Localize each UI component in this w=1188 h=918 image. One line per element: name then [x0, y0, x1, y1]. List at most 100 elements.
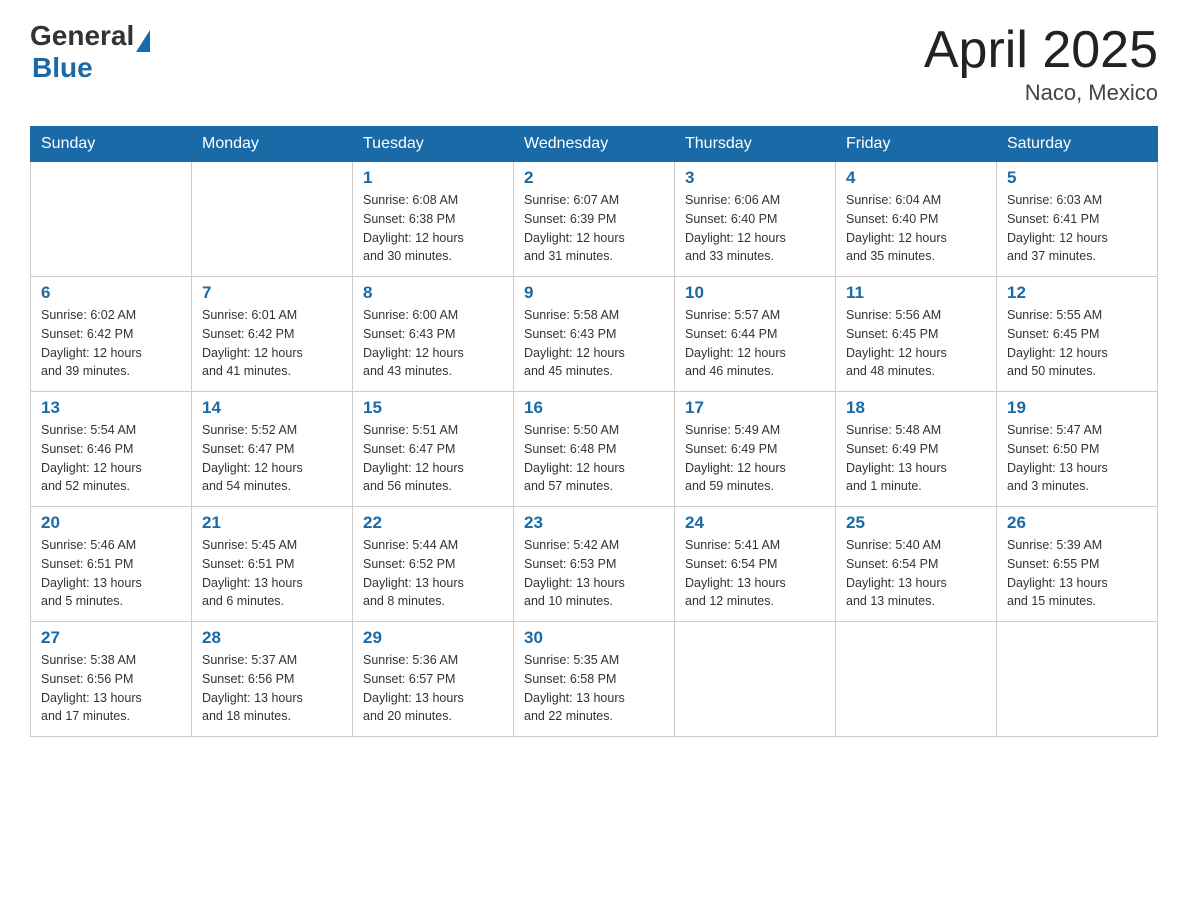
day-number: 21: [202, 513, 342, 533]
day-number: 3: [685, 168, 825, 188]
day-number: 9: [524, 283, 664, 303]
day-cell: 21Sunrise: 5:45 AMSunset: 6:51 PMDayligh…: [192, 507, 353, 622]
day-cell: 24 Sunrise: 5:41 AMSunset: 6:54 PMDayligh…: [675, 507, 836, 622]
day-cell: 1 Sunrise: 6:08 AMSunset: 6:38 PMDaylight…: [353, 162, 514, 277]
week-row-5: 27 Sunrise: 5:38 AMSunset: 6:56 PMDayligh…: [31, 622, 1158, 737]
logo-general-text: General: [30, 20, 134, 52]
day-cell: [836, 622, 997, 737]
day-number: 29: [363, 628, 503, 648]
day-info: Sunrise: 5:55 AMSunset: 6:45 PMDaylight:…: [1007, 306, 1147, 381]
day-number: 11: [846, 283, 986, 303]
calendar-subtitle: Naco, Mexico: [924, 80, 1158, 106]
day-number: 1: [363, 168, 503, 188]
days-header-row: SundayMondayTuesdayWednesdayThursdayFrid…: [31, 127, 1158, 162]
day-cell: 8 Sunrise: 6:00 AMSunset: 6:43 PMDaylight…: [353, 277, 514, 392]
day-cell: 20Sunrise: 5:46 AMSunset: 6:51 PMDayligh…: [31, 507, 192, 622]
day-number: 18: [846, 398, 986, 418]
week-row-3: 13 Sunrise: 5:54 AMSunset: 6:46 PMDayligh…: [31, 392, 1158, 507]
day-cell: 29 Sunrise: 5:36 AMSunset: 6:57 PMDayligh…: [353, 622, 514, 737]
day-cell: 15 Sunrise: 5:51 AMSunset: 6:47 PMDayligh…: [353, 392, 514, 507]
day-cell: 11 Sunrise: 5:56 AMSunset: 6:45 PMDayligh…: [836, 277, 997, 392]
day-info: Sunrise: 5:37 AMSunset: 6:56 PMDaylight:…: [202, 651, 342, 726]
day-info: Sunrise: 5:39 AMSunset: 6:55 PMDaylight:…: [1007, 536, 1147, 611]
day-cell: 14 Sunrise: 5:52 AMSunset: 6:47 PMDayligh…: [192, 392, 353, 507]
day-info: Sunrise: 5:49 AMSunset: 6:49 PMDaylight:…: [685, 421, 825, 496]
day-number: 19: [1007, 398, 1147, 418]
day-cell: 9 Sunrise: 5:58 AMSunset: 6:43 PMDaylight…: [514, 277, 675, 392]
day-header-thursday: Thursday: [675, 127, 836, 162]
calendar-title: April 2025: [924, 20, 1158, 80]
day-cell: 7Sunrise: 6:01 AMSunset: 6:42 PMDaylight…: [192, 277, 353, 392]
day-info: Sunrise: 6:06 AMSunset: 6:40 PMDaylight:…: [685, 191, 825, 266]
day-number: 10: [685, 283, 825, 303]
day-number: 28: [202, 628, 342, 648]
day-cell: 5Sunrise: 6:03 AMSunset: 6:41 PMDaylight…: [997, 162, 1158, 277]
day-number: 4: [846, 168, 986, 188]
day-info: Sunrise: 6:07 AMSunset: 6:39 PMDaylight:…: [524, 191, 664, 266]
logo-blue-text: Blue: [32, 52, 150, 84]
day-cell: 26 Sunrise: 5:39 AMSunset: 6:55 PMDayligh…: [997, 507, 1158, 622]
day-cell: 18 Sunrise: 5:48 AMSunset: 6:49 PMDayligh…: [836, 392, 997, 507]
day-info: Sunrise: 5:35 AMSunset: 6:58 PMDaylight:…: [524, 651, 664, 726]
day-number: 17: [685, 398, 825, 418]
day-number: 7: [202, 283, 342, 303]
day-number: 25: [846, 513, 986, 533]
day-cell: [997, 622, 1158, 737]
day-info: Sunrise: 5:54 AMSunset: 6:46 PMDaylight:…: [41, 421, 181, 496]
page-header: General Blue April 2025 Naco, Mexico: [30, 20, 1158, 106]
day-header-tuesday: Tuesday: [353, 127, 514, 162]
day-cell: 3 Sunrise: 6:06 AMSunset: 6:40 PMDaylight…: [675, 162, 836, 277]
day-info: Sunrise: 6:00 AMSunset: 6:43 PMDaylight:…: [363, 306, 503, 381]
day-info: Sunrise: 6:03 AMSunset: 6:41 PMDaylight:…: [1007, 191, 1147, 266]
day-info: Sunrise: 5:41 AMSunset: 6:54 PMDaylight:…: [685, 536, 825, 611]
day-cell: 10 Sunrise: 5:57 AMSunset: 6:44 PMDayligh…: [675, 277, 836, 392]
day-number: 27: [41, 628, 181, 648]
day-info: Sunrise: 5:57 AMSunset: 6:44 PMDaylight:…: [685, 306, 825, 381]
day-number: 16: [524, 398, 664, 418]
day-number: 24: [685, 513, 825, 533]
day-info: Sunrise: 5:47 AMSunset: 6:50 PMDaylight:…: [1007, 421, 1147, 496]
day-number: 20: [41, 513, 181, 533]
day-cell: 27 Sunrise: 5:38 AMSunset: 6:56 PMDayligh…: [31, 622, 192, 737]
day-number: 6: [41, 283, 181, 303]
day-number: 2: [524, 168, 664, 188]
day-info: Sunrise: 5:56 AMSunset: 6:45 PMDaylight:…: [846, 306, 986, 381]
day-cell: 19 Sunrise: 5:47 AMSunset: 6:50 PMDayligh…: [997, 392, 1158, 507]
week-row-2: 6 Sunrise: 6:02 AMSunset: 6:42 PMDaylight…: [31, 277, 1158, 392]
day-cell: 6 Sunrise: 6:02 AMSunset: 6:42 PMDaylight…: [31, 277, 192, 392]
day-cell: 13 Sunrise: 5:54 AMSunset: 6:46 PMDayligh…: [31, 392, 192, 507]
day-info: Sunrise: 5:42 AMSunset: 6:53 PMDaylight:…: [524, 536, 664, 611]
day-number: 14: [202, 398, 342, 418]
day-info: Sunrise: 5:48 AMSunset: 6:49 PMDaylight:…: [846, 421, 986, 496]
day-header-wednesday: Wednesday: [514, 127, 675, 162]
calendar-title-block: April 2025 Naco, Mexico: [924, 20, 1158, 106]
day-number: 26: [1007, 513, 1147, 533]
day-info: Sunrise: 5:51 AMSunset: 6:47 PMDaylight:…: [363, 421, 503, 496]
day-number: 30: [524, 628, 664, 648]
day-info: Sunrise: 6:02 AMSunset: 6:42 PMDaylight:…: [41, 306, 181, 381]
day-cell: [675, 622, 836, 737]
day-info: Sunrise: 6:08 AMSunset: 6:38 PMDaylight:…: [363, 191, 503, 266]
day-info: Sunrise: 5:44 AMSunset: 6:52 PMDaylight:…: [363, 536, 503, 611]
day-number: 12: [1007, 283, 1147, 303]
day-number: 13: [41, 398, 181, 418]
day-cell: 16 Sunrise: 5:50 AMSunset: 6:48 PMDayligh…: [514, 392, 675, 507]
logo: General Blue: [30, 20, 150, 84]
day-header-sunday: Sunday: [31, 127, 192, 162]
day-number: 15: [363, 398, 503, 418]
day-number: 8: [363, 283, 503, 303]
day-header-friday: Friday: [836, 127, 997, 162]
day-cell: [192, 162, 353, 277]
logo-triangle-icon: [136, 30, 150, 52]
day-header-monday: Monday: [192, 127, 353, 162]
day-cell: 30 Sunrise: 5:35 AMSunset: 6:58 PMDayligh…: [514, 622, 675, 737]
day-info: Sunrise: 5:58 AMSunset: 6:43 PMDaylight:…: [524, 306, 664, 381]
day-cell: [31, 162, 192, 277]
day-info: Sunrise: 5:52 AMSunset: 6:47 PMDaylight:…: [202, 421, 342, 496]
day-info: Sunrise: 6:04 AMSunset: 6:40 PMDaylight:…: [846, 191, 986, 266]
day-info: Sunrise: 5:36 AMSunset: 6:57 PMDaylight:…: [363, 651, 503, 726]
day-cell: 28 Sunrise: 5:37 AMSunset: 6:56 PMDayligh…: [192, 622, 353, 737]
day-cell: 25Sunrise: 5:40 AMSunset: 6:54 PMDayligh…: [836, 507, 997, 622]
day-info: Sunrise: 5:50 AMSunset: 6:48 PMDaylight:…: [524, 421, 664, 496]
day-info: Sunrise: 5:38 AMSunset: 6:56 PMDaylight:…: [41, 651, 181, 726]
